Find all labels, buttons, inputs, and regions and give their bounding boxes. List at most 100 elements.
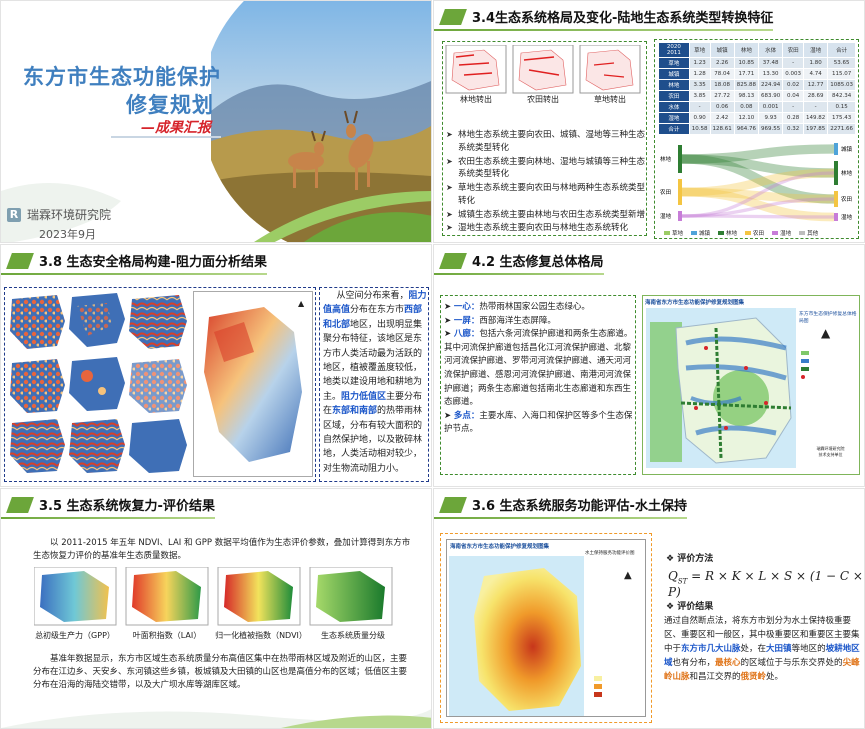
method-heading: ❖ 评价方法 bbox=[666, 551, 713, 564]
table-cell: 0.06 bbox=[709, 101, 735, 113]
map-cap-forest: 林地转出 bbox=[460, 95, 492, 104]
arrow-icon: ➤ bbox=[444, 329, 454, 340]
map-cap-farm: 农田转出 bbox=[527, 95, 559, 104]
table-cell: 1.80 bbox=[802, 57, 829, 69]
text-run: 处。 bbox=[766, 672, 784, 683]
table-cell: 2.42 bbox=[709, 112, 735, 124]
slide-3-8-title: 3.8 生态安全格局构建-阻力面分析结果 bbox=[39, 254, 267, 270]
table-cell: 2271.66 bbox=[827, 123, 856, 135]
sankey-label: 湿地 bbox=[841, 213, 853, 221]
table-cell: 17.71 bbox=[733, 68, 760, 80]
sankey-node bbox=[678, 179, 682, 205]
text-run: 处，在 bbox=[740, 644, 767, 655]
slide-3-6: 3.6 生态系统服务功能评估-水土保持 海南省东方市生态功能保护修复规划图集 水… bbox=[433, 488, 865, 729]
table-row: 草地 1.23 2.26 10.85 37.48-1.80 53.65 bbox=[658, 57, 856, 69]
table-cell: 27.72 bbox=[709, 90, 735, 102]
text-run: 的热带雨林区域，分布有较大面积的自然保护地，以及散碎林地，人类活动相对较少，对生… bbox=[323, 406, 423, 474]
table-cell: 0.003 bbox=[782, 68, 804, 80]
text-run: 从空间分布来看， bbox=[336, 291, 409, 301]
row-label: 草地 bbox=[658, 57, 690, 69]
org-name: 瑞霖环境研究院 bbox=[27, 208, 112, 222]
table-cell: 12.77 bbox=[802, 79, 829, 91]
cover-title-line1: 东方市生态功能保护 bbox=[23, 65, 221, 89]
cap-lai: 叶面积指数（LAI） bbox=[132, 631, 202, 640]
table-cell: 197.85 bbox=[802, 123, 829, 135]
table-cell: 842.34 bbox=[827, 90, 856, 102]
sankey-legend: 草地 城镇 林地 农田 湿地 其他 bbox=[664, 229, 818, 237]
row-label: 农田 bbox=[658, 90, 690, 102]
pattern-key: 一屏： bbox=[453, 315, 480, 326]
sankey-node bbox=[834, 191, 838, 207]
table-row: 农田 3.85 27.72 98.13 683.90 0.04 28.69 842.34 bbox=[658, 90, 856, 102]
slide-4-2-title: 4.2 生态修复总体格局 bbox=[472, 254, 604, 270]
legend-item: 其他 bbox=[799, 229, 818, 237]
pattern-map-frame: 海南省东方市生态功能保护修复规划图集 东方市生态保护修复总体格局图 ▲ 瑞霖环境… bbox=[642, 295, 860, 475]
bullet-item: 湿地生态系统主要向农田与林地生态系统转化 bbox=[446, 222, 646, 235]
sankey-label: 农田 bbox=[841, 195, 852, 203]
slide-3-8: 3.8 生态安全格局构建-阻力面分析结果 ▲ 从空间分布来看，阻力值高值分布在东… bbox=[0, 244, 432, 487]
row-label: 湿地 bbox=[658, 112, 690, 124]
pattern-key: 一心： bbox=[453, 302, 480, 312]
bottom-swoosh bbox=[1, 709, 431, 728]
table-cell: 149.82 bbox=[802, 112, 829, 124]
pattern-map bbox=[646, 308, 796, 468]
pattern-map-subtitle: 东方市生态保护修复总体格局图 bbox=[799, 312, 857, 324]
pattern-item: ➤ 一屏：西部海洋生态屏障。 bbox=[444, 315, 634, 329]
result-heading: ❖ 评价结果 bbox=[666, 599, 713, 612]
table-cell: - bbox=[802, 101, 829, 113]
row-label: 水体 bbox=[658, 101, 690, 113]
cover-slide: 东方市生态功能保护 修复规划 —成果汇报 R 瑞霖环境研究院 2023年9月 bbox=[0, 0, 432, 243]
table-cell: 683.90 bbox=[757, 90, 784, 102]
slide-3-4: 3.4生态系统格局及变化-陆地生态系统类型转换特征 林地转出 农田转出 草地转出… bbox=[433, 0, 865, 243]
table-header: 林地 bbox=[733, 42, 760, 58]
north-arrow-icon: ▲ bbox=[821, 326, 831, 340]
table-cell: - bbox=[782, 101, 804, 113]
table-row: 林地 3.35 18.08 825.88 224.94 0.02 12.77 1085.03 bbox=[658, 79, 856, 91]
sankey-diagram: 林地农田湿地 城镇林地农田湿地 bbox=[660, 143, 853, 222]
map-cap-grass: 草地转出 bbox=[594, 95, 626, 104]
legend-item: 草地 bbox=[664, 229, 683, 237]
table-cell: 18.08 bbox=[709, 79, 735, 91]
table-corner: 2020 2011 bbox=[658, 42, 690, 58]
table-cell: 964.76 bbox=[733, 123, 760, 135]
slide-3-6-header: 3.6 生态系统服务功能评估-水土保持 bbox=[434, 489, 687, 519]
pattern-key: 多点： bbox=[453, 410, 480, 421]
table-row: 水体 -0.06 0.08 0.001- -0.15 bbox=[658, 101, 856, 113]
legend-swatch bbox=[799, 231, 806, 235]
bullet-item: 农田生态系统主要向林地、湿地与城镇等三种生态系统类型转化 bbox=[446, 156, 646, 182]
table-cell: 0.90 bbox=[688, 112, 711, 124]
sankey-label: 林地 bbox=[841, 169, 853, 177]
table-header: 湿地 bbox=[802, 42, 829, 58]
pattern-value: 包括六条河流保护廊道和两条生态廊道。其中河流保护廊道包括昌化江河流保护廊道、北黎… bbox=[444, 329, 633, 408]
arrow-icon: ➤ bbox=[444, 315, 454, 326]
cap-quality: 生态系统质量分级 bbox=[321, 631, 385, 640]
table-cell: 12.10 bbox=[733, 112, 760, 124]
text-run: 分布在东方市 bbox=[350, 305, 405, 316]
table-cell: 224.94 bbox=[757, 79, 784, 91]
table-cell: 1.23 bbox=[688, 57, 711, 69]
svg-text:▲: ▲ bbox=[624, 570, 632, 581]
slide-4-2-header: 4.2 生态修复总体格局 bbox=[434, 245, 604, 275]
table-header: 城镇 bbox=[709, 42, 735, 58]
bullet-item: 草地生态系统主要向农田与林地两种生态系统类型转化 bbox=[446, 182, 646, 208]
method-label: 评价方法 bbox=[677, 554, 714, 564]
sankey-node bbox=[678, 211, 682, 221]
table-cell: 9.93 bbox=[757, 112, 784, 124]
text-run: 也有分布， bbox=[672, 658, 716, 669]
row-label: 合计 bbox=[658, 123, 690, 135]
arrow-icon: ➤ bbox=[444, 302, 454, 312]
soil-map-frame: 海南省东方市生态功能保护修复规划图集 水土保持服务功能评价图 ▲ bbox=[446, 539, 646, 717]
table-cell: 0.02 bbox=[782, 79, 804, 91]
sankey-label: 湿地 bbox=[660, 212, 672, 220]
table-cell: 1085.03 bbox=[827, 79, 856, 91]
legend-item: 城镇 bbox=[691, 229, 710, 237]
table-cell: 2.26 bbox=[709, 57, 735, 69]
table-cell: 1.28 bbox=[688, 68, 711, 80]
resilience-intro: 以 2011-2015 年五年 NDVI、LAI 和 GPP 数据平均值作为生态… bbox=[33, 538, 411, 561]
table-cell: 53.65 bbox=[827, 57, 856, 69]
table-cell: 10.58 bbox=[688, 123, 711, 135]
table-cell: 969.55 bbox=[757, 123, 784, 135]
table-cell: 0.08 bbox=[733, 101, 760, 113]
table-cell: 0.001 bbox=[757, 101, 784, 113]
text-run: 东方市几大山脉 bbox=[681, 644, 741, 655]
